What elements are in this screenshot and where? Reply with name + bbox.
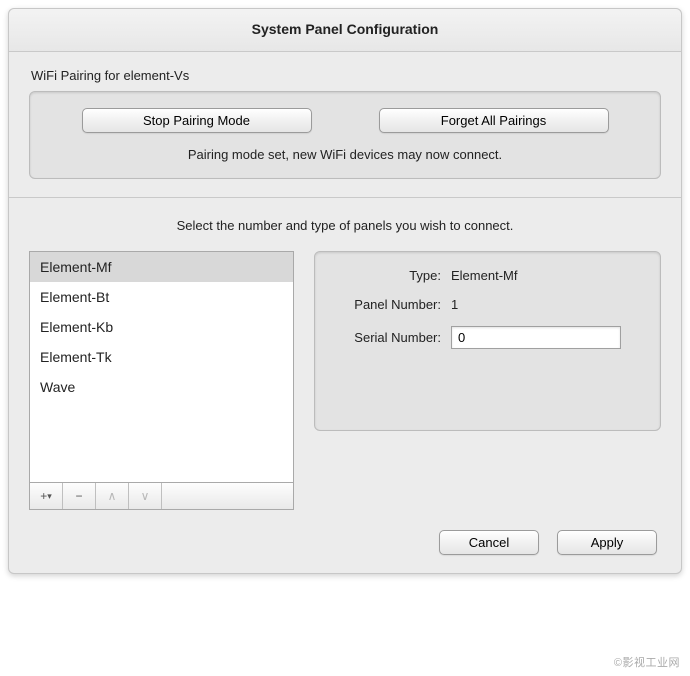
- pairing-section: WiFi Pairing for element-Vs Stop Pairing…: [9, 52, 681, 179]
- section-divider: [9, 197, 681, 198]
- remove-button[interactable]: −: [63, 483, 96, 509]
- controls-spacer: [162, 483, 293, 509]
- move-down-button[interactable]: ∨: [129, 483, 162, 509]
- apply-button[interactable]: Apply: [557, 530, 657, 555]
- panel-number-value: 1: [451, 297, 458, 312]
- move-up-button[interactable]: ∧: [96, 483, 129, 509]
- stop-pairing-button[interactable]: Stop Pairing Mode: [82, 108, 312, 133]
- pairing-status: Pairing mode set, new WiFi devices may n…: [44, 143, 646, 164]
- list-item[interactable]: Element-Kb: [30, 312, 293, 342]
- pairing-box: Stop Pairing Mode Forget All Pairings Pa…: [29, 91, 661, 179]
- window-title: System Panel Configuration: [9, 9, 681, 52]
- panel-details: Type: Element-Mf Panel Number: 1 Serial …: [314, 251, 661, 431]
- type-label: Type:: [331, 268, 451, 283]
- serial-number-label: Serial Number:: [331, 330, 451, 345]
- cancel-button[interactable]: Cancel: [439, 530, 539, 555]
- list-item[interactable]: Element-Bt: [30, 282, 293, 312]
- type-value: Element-Mf: [451, 268, 517, 283]
- add-button[interactable]: +▾: [30, 483, 63, 509]
- pairing-group-label: WiFi Pairing for element-Vs: [31, 68, 661, 83]
- forget-pairings-button[interactable]: Forget All Pairings: [379, 108, 609, 133]
- panel-type-list[interactable]: Element-Mf Element-Bt Element-Kb Element…: [29, 251, 294, 483]
- config-window: System Panel Configuration WiFi Pairing …: [8, 8, 682, 574]
- panel-number-label: Panel Number:: [331, 297, 451, 312]
- dropdown-icon: ▾: [47, 491, 52, 502]
- watermark: ©影视工业网: [614, 654, 680, 670]
- list-item[interactable]: Wave: [30, 372, 293, 402]
- list-controls: +▾ − ∧ ∨: [29, 483, 294, 510]
- panels-instruction: Select the number and type of panels you…: [9, 218, 681, 233]
- list-item[interactable]: Element-Tk: [30, 342, 293, 372]
- serial-number-input[interactable]: [451, 326, 621, 349]
- list-item[interactable]: Element-Mf: [30, 252, 293, 282]
